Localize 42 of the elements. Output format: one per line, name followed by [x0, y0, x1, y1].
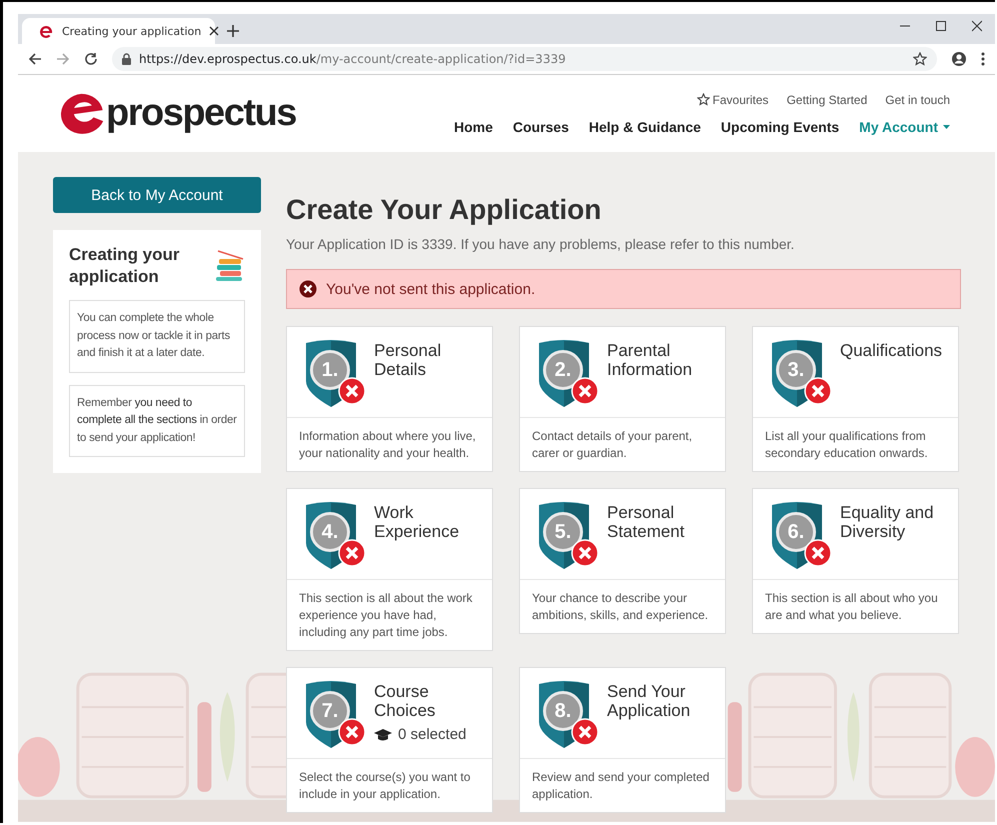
header-link[interactable]: Favourites — [696, 92, 769, 106]
section-card[interactable]: 3. Qualifications List all your qualifications from secondary education onwards. — [752, 326, 959, 472]
card-title: Send Your Application — [607, 682, 692, 720]
header-link[interactable]: Get in touch — [885, 92, 950, 106]
nav-link[interactable]: Help & Guidance — [588, 118, 701, 134]
card-description: Your chance to describe your ambitions, skills, and experience. — [531, 590, 710, 624]
card-description: Review and send your completed application. — [531, 769, 710, 803]
section-card[interactable]: 7. Course Choices 0 selected Select the course(s) you want to include in your application. — [286, 667, 493, 813]
card-title: Course Choices — [374, 682, 436, 720]
section-card[interactable]: 5. Personal Statement Your chance to describe your ambitions, skills, and experience. — [519, 488, 726, 634]
card-title: Parental Information — [607, 341, 694, 379]
page-title: Create Your Application — [286, 193, 602, 227]
panel-title: Creating your application — [69, 244, 181, 288]
section-card[interactable]: 8. Send Your Application Review and send your completed application. — [519, 667, 726, 813]
section-card[interactable]: 2. Parental Information Contact details of your parent, carer or guardian. — [519, 326, 726, 472]
course-count: 0 selected — [398, 726, 466, 743]
nav-link[interactable]: Home — [454, 118, 493, 134]
header-link[interactable]: Getting Started — [786, 92, 868, 106]
back-button[interactable]: Back to My Account — [53, 177, 261, 213]
card-title: Personal Statement — [607, 503, 686, 541]
note-text: Remember you need to complete all the sections in order to send your application! — [69, 384, 245, 457]
card-description: This section is all about who you are and what you believe. — [764, 590, 939, 624]
card-description: List all your qualifications from secondary education onwards. — [764, 428, 929, 462]
note-text: You can complete the whole process now or tackle it in parts and finish it at a later date. — [69, 300, 245, 372]
application-id-text: Your Application ID is 3339. If you have any problems, please refer to this number. — [286, 236, 796, 252]
section-card[interactable]: 4. Work Experience This section is all about the work experience you have had, including any part time jobs. — [286, 488, 493, 651]
section-card[interactable]: 1. Personal Details Information about where you live, your nationality and your health. — [286, 326, 493, 472]
nav-link[interactable]: My Account — [859, 118, 950, 134]
alert-text: You've not sent this application. — [326, 280, 536, 298]
card-description: This section is all about the work experience you have had, including any part time jobs. — [298, 590, 474, 641]
card-description: Information about where you live, your nationality and your health. — [298, 428, 477, 462]
card-description: Contact details of your parent, carer or guardian. — [531, 428, 694, 462]
section-card[interactable]: 6. Equality and Diversity This section is all about who you are and what you believe. — [752, 488, 959, 634]
address-field[interactable]: https://dev.eprospectus.co.uk/my-account/create-application/?id=3339 — [112, 47, 937, 71]
logo-text[interactable]: prospectus — [106, 92, 296, 135]
card-description: Select the course(s) you want to include in your application. — [298, 769, 472, 803]
card-title: Personal Details — [374, 341, 442, 379]
card-title: Equality and Diversity — [840, 503, 935, 541]
nav-link[interactable]: Courses — [512, 118, 569, 134]
card-title: Work Experience — [374, 503, 460, 541]
nav-link[interactable]: Upcoming Events — [720, 118, 840, 134]
card-title: Qualifications — [840, 341, 944, 360]
